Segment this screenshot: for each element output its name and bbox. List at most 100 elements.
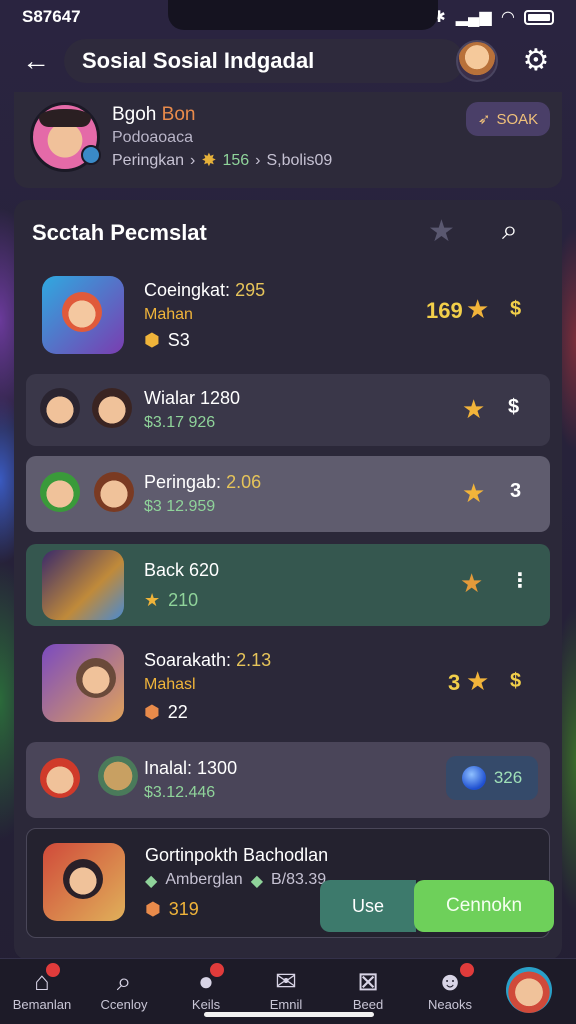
camera-notch <box>168 0 438 30</box>
arrow-left-icon: ← <box>22 45 50 76</box>
search-icon: ⌕ <box>116 966 132 996</box>
player-avatar <box>40 388 80 428</box>
friends-icon: ☻ <box>436 961 476 997</box>
notification-badge <box>457 961 476 979</box>
use-button-label: Use <box>351 895 384 916</box>
game-thumbnail <box>43 843 125 921</box>
verified-badge-icon <box>81 145 101 165</box>
leaf-icon: ◆ <box>250 873 263 890</box>
profile-avatar[interactable] <box>30 102 101 172</box>
nav-label: Beed <box>352 997 384 1012</box>
currency-button[interactable]: $ <box>510 298 521 321</box>
back-button[interactable]: ← <box>18 43 54 79</box>
status-bar: S87647 ✱ ▂▄▆ ◠ <box>0 0 576 34</box>
list-item[interactable]: Back 620 ★ 210 ★ ⋮ <box>26 544 550 626</box>
item-subtitle: ◆ Amberglan ◆ B/83.39 <box>145 871 326 891</box>
item-meta: ⬢ 22 <box>144 702 188 723</box>
item-subtitle-b: B/83.39 <box>271 871 327 888</box>
nav-label: Ccenloy <box>100 997 148 1012</box>
game-thumbnail <box>42 276 124 354</box>
item-title-text: Coeingkat: <box>144 280 231 300</box>
profile-avatar-nav[interactable] <box>506 967 552 1013</box>
page-title: Sosial Sosial Indgadal <box>82 48 315 73</box>
rank-label: Peringkan <box>112 151 185 169</box>
star-icon: ★ <box>466 666 490 696</box>
gem-reward-button[interactable]: 326 <box>446 756 538 800</box>
character-face <box>76 658 116 698</box>
item-subtitle: Mahasl <box>144 676 196 693</box>
nav-label: Bemanlan <box>12 997 72 1012</box>
currency-button[interactable]: $ <box>508 396 519 419</box>
item-title-number: 2.06 <box>226 472 262 492</box>
item-meta-value: 319 <box>168 899 199 919</box>
item-meta-value: 22 <box>167 702 188 722</box>
rank-value: 156 <box>222 151 250 169</box>
item-score: 3 <box>448 670 461 695</box>
leaf-icon: ◆ <box>145 873 158 890</box>
user-avatar[interactable] <box>456 40 498 82</box>
item-meta-value: 210 <box>168 590 199 610</box>
profile-name-last: Bon <box>161 104 196 125</box>
medal-icon: ⬢ <box>144 330 160 350</box>
game-thumbnail <box>42 644 124 722</box>
section-title: Scctah Pecmslat <box>32 220 207 245</box>
item-title: Coeingkat: 295 <box>144 280 265 301</box>
nav-item-search[interactable]: ⌕ Ccenloy <box>84 965 164 1021</box>
favorite-star-button[interactable]: ★ <box>428 214 455 249</box>
store-icon: ⌂ <box>34 961 62 997</box>
item-subtitle-a: Amberglan <box>165 871 243 888</box>
rank-tail: S,bolis09 <box>266 151 333 169</box>
game-thumbnail <box>42 550 124 620</box>
profile-card: Bgoh Bon Podoaoaca Peringkan › ✸ 156 › S… <box>14 92 562 188</box>
item-title: Soarakath: 2.13 <box>144 650 271 671</box>
leaderboard-card: Scctah Pecmslat ★ ⌕ Coeingkat: 295 Mahan… <box>14 200 562 960</box>
star-icon: ★ <box>462 478 486 508</box>
item-subtitle: $3 12.959 <box>144 498 216 515</box>
status-time: S87647 <box>22 7 81 26</box>
wand-icon: ➶ <box>477 111 491 128</box>
wifi-icon: ◠ <box>501 9 514 26</box>
confirm-button-label: Cennokn <box>445 895 523 916</box>
chevron-right-icon: › <box>255 151 261 169</box>
star-icon: ★ <box>462 394 486 424</box>
profile-name: Bgoh Bon <box>112 104 195 126</box>
item-title: Inalal: 1300 <box>144 758 238 778</box>
item-subtitle: $3.17 926 <box>144 414 216 431</box>
search-button[interactable]: ⌕ <box>502 214 518 247</box>
gem-value: 326 <box>493 768 523 787</box>
star-icon: ★ <box>460 568 484 598</box>
soak-button[interactable]: ➶ SOAK <box>466 102 550 136</box>
list-item[interactable]: Wialar 1280 $3.17 926 ★ $ <box>26 374 550 446</box>
currency-button[interactable]: $ <box>510 670 521 693</box>
item-meta: ⬢ 319 <box>145 899 199 920</box>
item-title-number: 295 <box>235 280 266 300</box>
item-subtitle: Mahan <box>144 306 193 323</box>
settings-button[interactable]: ⚙ <box>518 42 554 78</box>
item-title-number: 2.13 <box>236 650 272 670</box>
player-avatar <box>92 388 132 428</box>
nav-item-home[interactable]: ⌂ Bemanlan <box>2 961 82 1021</box>
item-meta: ⬢ S3 <box>144 330 190 351</box>
star-icon: ★ <box>144 590 161 610</box>
medal-icon: ⬢ <box>144 702 160 722</box>
nav-label: Emnil <box>269 997 303 1012</box>
list-item[interactable]: Peringab: 2.06 $3 12.959 ★ 3 <box>26 456 550 532</box>
home-indicator <box>204 1012 374 1017</box>
page-title-pill: Sosial Sosial Indgadal <box>64 39 464 83</box>
signal-icon: ▂▄▆ <box>455 9 492 26</box>
nav-item-friends[interactable]: ☻ Neaoks <box>410 961 490 1021</box>
player-avatar <box>40 472 80 512</box>
chevron-right-icon: › <box>190 151 196 169</box>
list-item[interactable]: Soarakath: 2.13 Mahasl ⬢ 22 3 ★ $ <box>26 636 550 736</box>
list-item[interactable]: Inalal: 1300 $3.12.446 326 <box>26 742 550 818</box>
item-meta-value: S3 <box>167 330 190 350</box>
rank-number: 3 <box>510 480 522 502</box>
player-avatar <box>40 758 80 798</box>
battery-icon <box>524 9 554 25</box>
more-options-button[interactable]: ⋮ <box>510 568 530 593</box>
nav-label: Neaoks <box>427 997 473 1012</box>
use-button[interactable]: Use <box>320 880 416 932</box>
confirm-button[interactable]: Cennokn <box>414 880 554 932</box>
list-item[interactable]: Coeingkat: 295 Mahan ⬢ S3 169 ★ $ <box>26 266 550 366</box>
status-icons: ✱ ▂▄▆ ◠ <box>432 7 554 27</box>
